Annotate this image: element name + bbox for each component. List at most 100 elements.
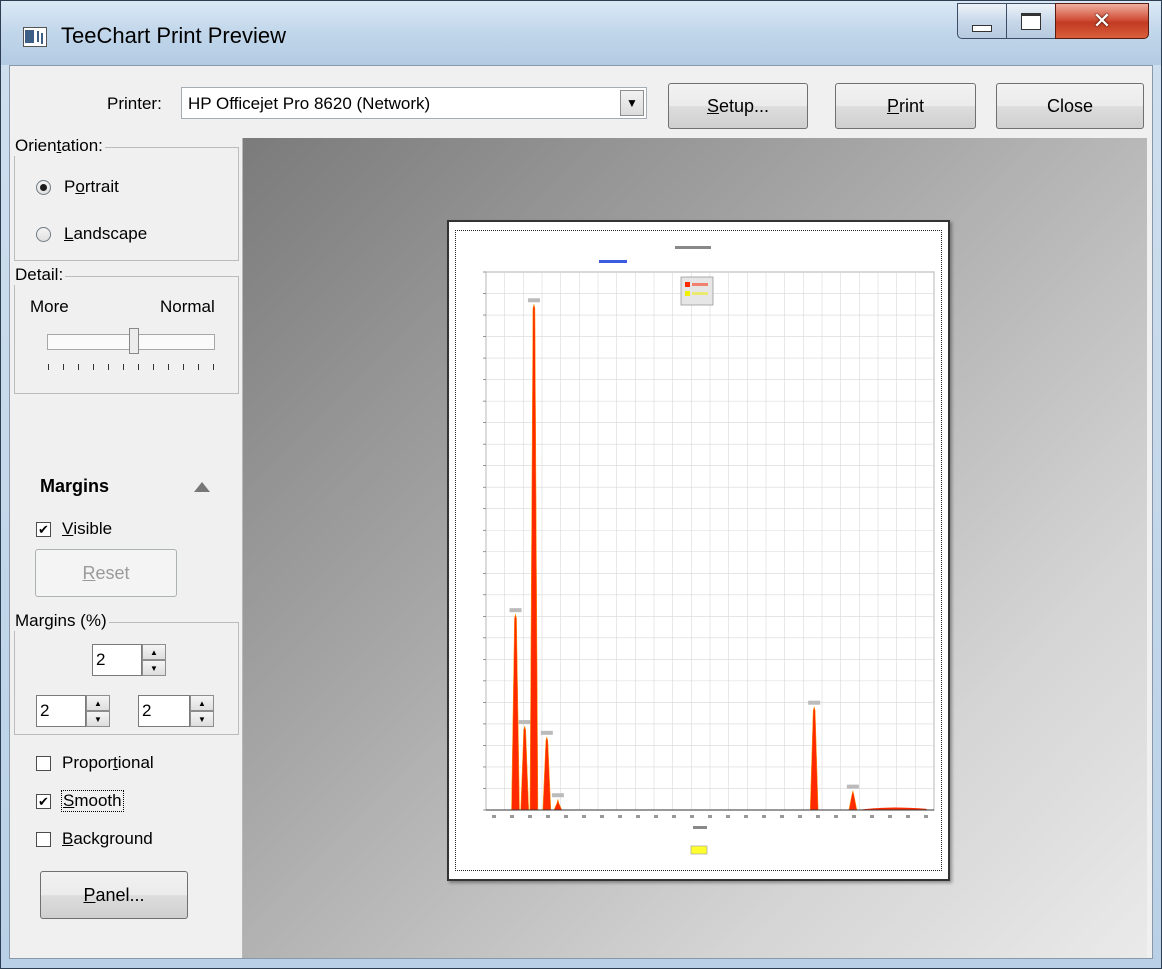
x-tick-label-mark [654,815,658,818]
slider-tick [168,364,169,370]
print-label: rint [899,95,925,116]
x-tick-label-mark [546,815,550,818]
smooth-checkbox[interactable]: ✔ Smooth [36,790,124,812]
setup-label: etup... [718,95,770,116]
x-tick-label-mark [726,815,730,818]
spin-up-icon[interactable]: ▲ [86,695,110,711]
close-button[interactable]: Close [996,83,1144,129]
client-area: Printer: HP Officejet Pro 8620 (Network)… [9,65,1153,959]
detail-more-label: More [30,297,69,316]
right-margin-spinner[interactable]: 2 ▲ ▼ [138,695,214,727]
peak-label [509,608,522,613]
slider-tick [78,364,79,370]
x-tick-label-mark [906,815,910,818]
slider-tick [198,364,199,370]
printer-select[interactable]: HP Officejet Pro 8620 (Network) ▼ [181,87,647,119]
slider-tick [93,364,94,370]
legend-entry-1 [692,283,708,286]
preview-area[interactable] [242,138,1147,958]
x-tick-label-mark [762,815,766,818]
setup-hotkey: S [706,95,719,116]
minimize-button[interactable] [957,3,1007,39]
dropdown-arrow-icon[interactable]: ▼ [620,90,644,116]
landscape-radio[interactable]: Landscape [36,224,147,244]
slider-tick [48,364,49,370]
maximize-icon [1021,12,1041,30]
legend-swatch-2 [685,291,690,296]
print-preview-window: TeeChart Print Preview ✕ Printer: HP Off… [0,0,1162,969]
x-tick-label-mark [582,815,586,818]
visible-check-box[interactable]: ✔ [36,521,51,537]
detail-normal-label: Normal [160,297,215,316]
panel-button[interactable]: Panel... [40,871,188,919]
x-tick-label-mark [492,815,496,818]
visible-checkbox[interactable]: ✔ Visible [36,519,112,539]
close-icon: ✕ [1092,8,1112,34]
slider-tick [183,364,184,370]
background-check-box[interactable] [36,831,51,847]
slider-tick [63,364,64,370]
detail-slider-ticks [48,364,214,372]
x-tick-label-mark [690,815,694,818]
smooth-check-box[interactable]: ✔ [36,793,51,809]
window-title: TeeChart Print Preview [61,23,286,48]
portrait-radio[interactable]: Po rtrait [36,177,119,197]
reset-button[interactable]: Reset [35,549,177,597]
preview-page[interactable] [447,220,950,881]
x-tick-label-mark [708,815,712,818]
spin-down-icon[interactable]: ▼ [190,711,214,727]
margins-header: Margins [40,476,110,496]
x-tick-label-mark [744,815,748,818]
peak-label [540,730,553,735]
top-margin-input[interactable]: 2 [92,644,142,676]
landscape-radio-dot[interactable] [36,226,51,242]
slider-tick [153,364,154,370]
proportional-checkbox[interactable]: Propor t ional [36,753,154,773]
left-margin-input[interactable]: 2 [36,695,86,727]
chart-title-mark [675,246,711,249]
slider-tick [213,364,214,370]
margins-percent-title: Margins (%) [13,611,109,631]
maximize-button[interactable] [1006,3,1056,39]
x-tick-label-mark [852,815,856,818]
detail-title: Detail: [13,265,66,285]
x-tick-label-mark [834,815,838,818]
spin-down-icon[interactable]: ▼ [142,660,166,676]
close-label: Close [1046,95,1094,116]
x-tick-label-mark [888,815,892,818]
options-panel: Orientation: Po rtrait Landscape Detail: … [10,136,242,958]
x-tick-label-mark [510,815,514,818]
print-button[interactable]: Print [835,83,976,129]
setup-button[interactable]: Setup... [668,83,808,129]
x-tick-label-mark [924,815,928,818]
top-margin-spinner[interactable]: 2 ▲ ▼ [92,644,166,676]
spin-up-icon[interactable]: ▲ [142,644,166,660]
legend-swatch-1 [685,282,690,287]
x-tick-label-mark [564,815,568,818]
minimize-icon [972,24,992,32]
legend-entry-2 [692,292,708,295]
printer-label: Printer: [107,94,162,113]
proportional-check-box[interactable] [36,755,51,771]
peak-label [551,793,564,798]
slider-tick [108,364,109,370]
print-hotkey: P [886,95,899,116]
left-margin-spinner[interactable]: 2 ▲ ▼ [36,695,110,727]
app-icon [23,27,47,47]
right-margin-input[interactable]: 2 [138,695,190,727]
background-checkbox[interactable]: Background [36,829,153,849]
spin-up-icon[interactable]: ▲ [190,695,214,711]
peak-label [527,298,540,303]
x-tick-label-mark [870,815,874,818]
window-close-button[interactable]: ✕ [1055,3,1149,39]
peak-label [846,784,859,789]
legend-badge [690,845,708,855]
slider-tick [123,364,124,370]
spin-down-icon[interactable]: ▼ [86,711,110,727]
title-bar[interactable]: TeeChart Print Preview ✕ [1,1,1161,65]
portrait-radio-dot[interactable] [36,179,51,195]
x-axis-title-mark [693,826,707,829]
detail-slider-thumb[interactable] [129,328,139,354]
slider-tick [138,364,139,370]
collapse-triangle-icon[interactable] [194,482,210,492]
